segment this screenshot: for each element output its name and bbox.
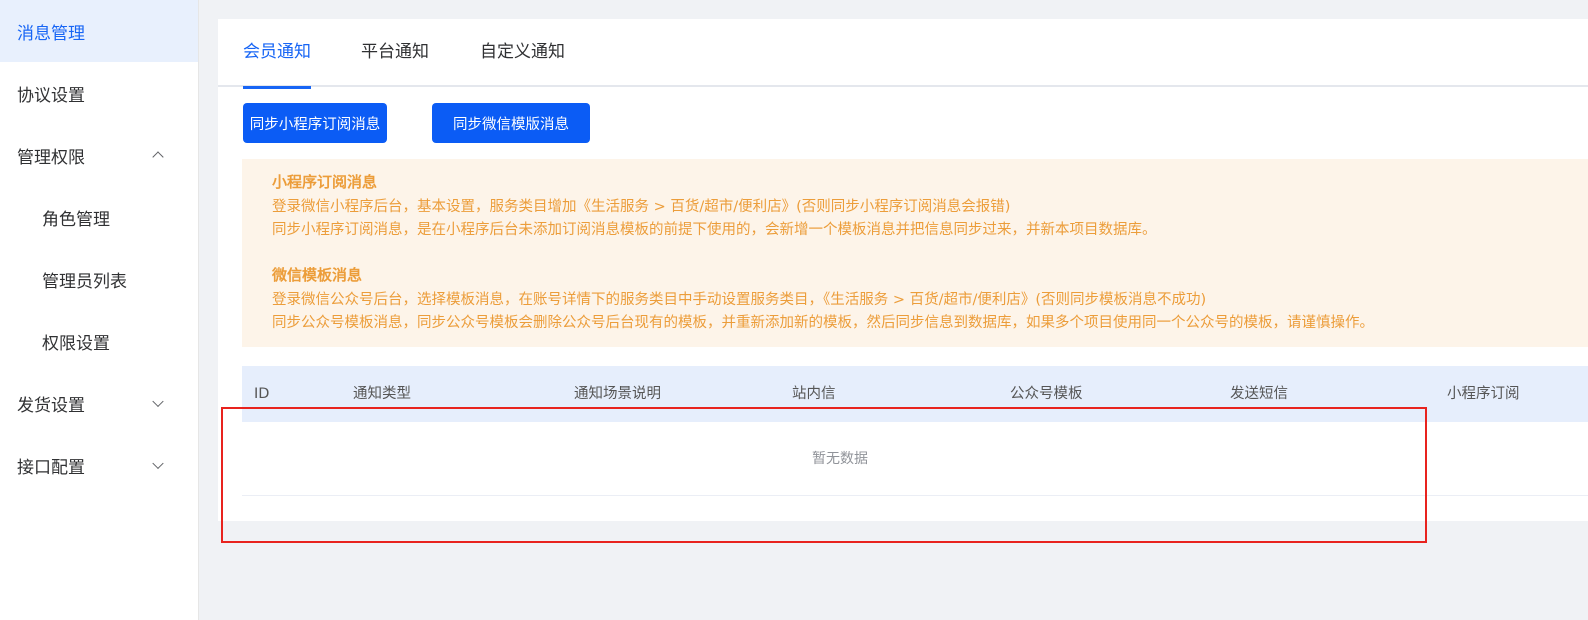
column-header-mini-subscribe: 小程序订阅 — [1447, 386, 1520, 402]
sidebar: 消息管理 协议设置 管理权限 角色管理 管理员列表 权限设置 发货设置 接口配置 — [0, 0, 199, 620]
sidebar-item-permission-management[interactable]: 管理权限 — [0, 124, 198, 186]
notice-line: 同步公众号模板消息，同步公众号模板会删除公众号后台现有的模板，并重新添加新的模板… — [272, 315, 1374, 331]
notice-box: 小程序订阅消息 登录微信小程序后台，基本设置，服务类目增加《生活服务 > 百货/… — [242, 159, 1588, 347]
notice-line: 登录微信小程序后台，基本设置，服务类目增加《生活服务 > 百货/超市/便利店》(… — [272, 199, 1011, 215]
tab-bar: 会员通知 平台通知 自定义通知 — [218, 19, 1588, 89]
tab-platform-notice[interactable]: 平台通知 — [361, 19, 429, 87]
chevron-down-icon — [152, 457, 164, 470]
sidebar-item-message-management[interactable]: 消息管理 — [0, 0, 198, 62]
sidebar-item-agreement-settings[interactable]: 协议设置 — [0, 62, 198, 124]
sync-miniprogram-button[interactable]: 同步小程序订阅消息 — [243, 103, 387, 143]
sidebar-item-label: 权限设置 — [42, 333, 110, 354]
sidebar-item-label: 角色管理 — [42, 209, 110, 230]
sidebar-item-label: 接口配置 — [17, 457, 85, 478]
notice-section-title: 微信模板消息 — [272, 266, 363, 284]
sync-wechat-template-button[interactable]: 同步微信模版消息 — [432, 103, 590, 143]
tab-custom-notice[interactable]: 自定义通知 — [480, 19, 565, 87]
sidebar-item-admin-list[interactable]: 管理员列表 — [0, 248, 198, 310]
sidebar-item-label: 管理员列表 — [42, 271, 127, 292]
notice-line: 登录微信公众号后台，选择模板消息，在账号详情下的服务类目中手动设置服务类目，《生… — [272, 292, 1207, 308]
sidebar-item-label: 协议设置 — [17, 85, 85, 106]
sidebar-item-label: 消息管理 — [17, 23, 85, 44]
notice-section-title: 小程序订阅消息 — [272, 173, 378, 191]
chevron-up-icon — [152, 151, 164, 163]
sidebar-item-api-config[interactable]: 接口配置 — [0, 434, 198, 496]
tab-member-notice[interactable]: 会员通知 — [243, 19, 311, 89]
sidebar-item-label: 管理权限 — [17, 147, 85, 168]
sidebar-item-role-management[interactable]: 角色管理 — [0, 186, 198, 248]
notice-line: 同步小程序订阅消息，是在小程序后台未添加订阅消息模板的前提下使用的，会新增一个模… — [272, 222, 1157, 238]
sidebar-item-shipping-settings[interactable]: 发货设置 — [0, 372, 198, 434]
chevron-down-icon — [152, 395, 164, 408]
sidebar-item-label: 发货设置 — [17, 395, 85, 416]
sidebar-item-permission-settings[interactable]: 权限设置 — [0, 310, 198, 372]
highlight-box — [221, 407, 1427, 543]
